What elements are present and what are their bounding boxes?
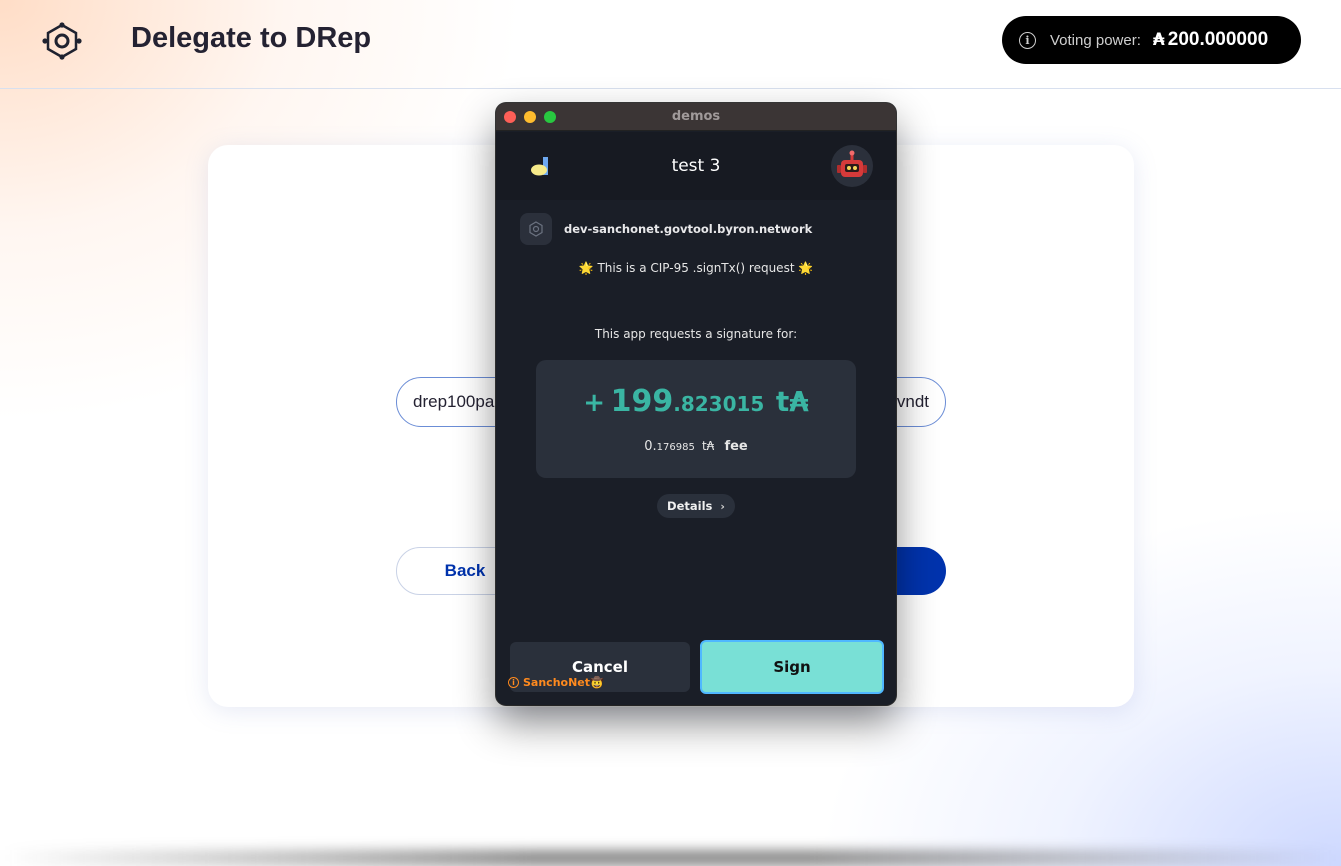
request-description: This app requests a signature for: <box>594 327 798 341</box>
details-button[interactable]: Details › <box>657 494 735 518</box>
chevron-right-icon: › <box>720 499 725 513</box>
dapp-url: dev-sanchonet.govtool.byron.network <box>564 222 813 236</box>
drep-id-input-end: vndt <box>896 392 929 411</box>
fee-decimal: 176985 <box>656 442 695 453</box>
ada-icon: ₳ <box>1152 30 1165 50</box>
fee-value: 0.176985 t₳ fee <box>536 439 856 454</box>
wallet-popup-window: demos test 3 dev-sanchonet.govtool.byron… <box>496 103 896 705</box>
network-badge: i SanchoNet🤠 <box>508 675 604 689</box>
details-label: Details <box>667 499 713 513</box>
fee-integer: 0. <box>644 439 657 454</box>
wallet-header: test 3 <box>496 132 896 200</box>
amount-value: + 199.823015 t₳ <box>536 384 856 419</box>
bottom-shadow <box>0 850 1341 866</box>
app-header: Delegate to DRep i Voting power: ₳ 200.0… <box>0 0 1341 89</box>
sign-button[interactable]: Sign <box>700 640 884 694</box>
info-icon: i <box>508 676 519 688</box>
info-icon[interactable]: i <box>1019 31 1036 49</box>
voting-power-label: Voting power: <box>1050 31 1141 49</box>
amount-decimal: .823015 <box>673 392 765 416</box>
app-logo-icon[interactable] <box>42 22 82 60</box>
window-title: demos <box>671 109 721 124</box>
account-avatar[interactable] <box>831 145 873 187</box>
amount-integer: 199 <box>610 384 674 419</box>
dapp-favicon-icon <box>520 213 552 245</box>
network-label: SanchoNet🤠 <box>523 675 604 689</box>
cip-request-notice: 🌟 This is a CIP-95 .signTx() request 🌟 <box>496 261 896 275</box>
drep-id-input-start: drep100pa <box>413 392 495 411</box>
cip-request-text: This is a CIP-95 .signTx() request <box>597 261 795 275</box>
sparkle-icon: 🌟 <box>798 261 814 275</box>
fee-unit: t₳ <box>701 439 715 453</box>
amount-sign: + <box>583 388 606 418</box>
sparkle-icon: 🌟 <box>578 261 594 275</box>
page-title: Delegate to DRep <box>131 22 372 54</box>
amount-unit: t₳ <box>775 385 809 418</box>
fee-label: fee <box>724 439 748 454</box>
voting-power-value: 200.000000 <box>1167 29 1269 50</box>
window-titlebar[interactable]: demos <box>496 103 896 131</box>
dapp-origin: dev-sanchonet.govtool.byron.network <box>520 213 812 245</box>
voting-power-badge: i Voting power: ₳ 200.000000 <box>1002 16 1301 64</box>
amount-summary: + 199.823015 t₳ 0.176985 t₳ fee <box>536 360 856 478</box>
